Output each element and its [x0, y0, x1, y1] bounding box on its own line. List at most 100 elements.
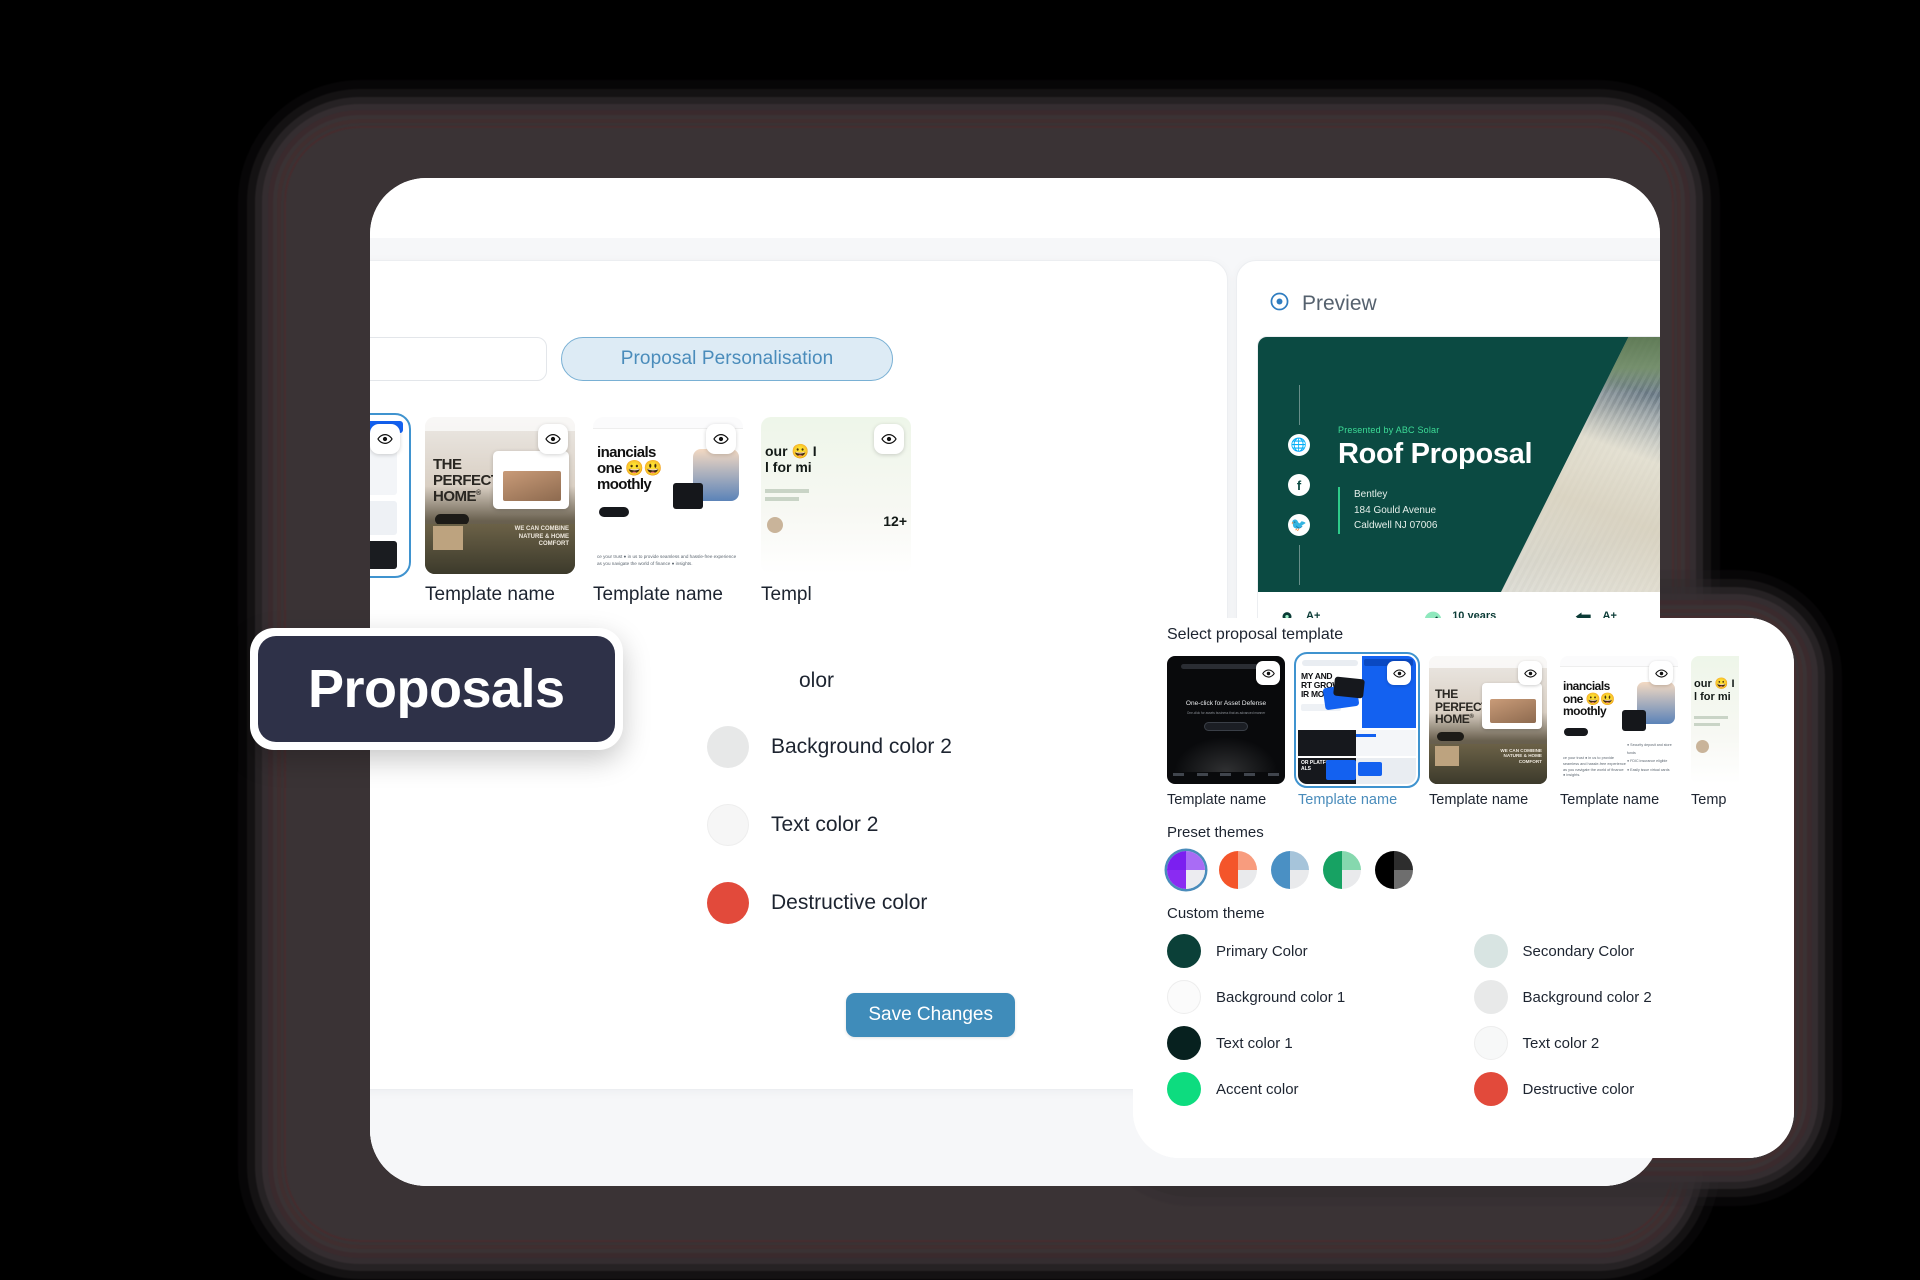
template-thumbnail[interactable]: our 😀 Il for mi 12+ — [761, 417, 911, 574]
select-template-label: Select proposal template — [1167, 626, 1344, 643]
template-caption: Template name — [593, 584, 723, 605]
preview-eye-icon[interactable] — [370, 424, 400, 454]
color-swatch[interactable] — [1167, 1072, 1201, 1106]
color-swatch[interactable] — [1167, 934, 1201, 968]
color-row[interactable]: Accent color — [1167, 1072, 1474, 1106]
color-label: Background color 2 — [771, 735, 952, 758]
color-swatch[interactable] — [1473, 1072, 1508, 1106]
preview-eye-icon[interactable] — [538, 424, 568, 454]
template-thumbnail[interactable]: THE PERFECT HOME® WE CAN COMBINE NATURE & H… — [425, 417, 575, 574]
preview-eye-icon[interactable] — [706, 424, 736, 454]
preview-eye-icon[interactable] — [1518, 661, 1542, 685]
color-swatch[interactable] — [1167, 1026, 1201, 1060]
color-row[interactable]: Secondary Color — [1473, 934, 1781, 968]
color-label: Primary Color — [1216, 942, 1308, 960]
globe-icon[interactable]: 🌐 — [1288, 434, 1310, 456]
template-rail-right[interactable]: One-click for Asset Defense One-click fo… — [1147, 644, 1780, 808]
social-links[interactable]: 🌐 f 🐦 — [1288, 385, 1310, 585]
preset-theme-green[interactable] — [1323, 851, 1361, 889]
color-row[interactable]: Primary Color — [1167, 934, 1474, 968]
template-card[interactable]: inancials one 😀😃 moothly ce your trust ● i… — [1560, 656, 1678, 808]
color-row[interactable]: Background color 1 — [1167, 980, 1474, 1014]
color-swatch[interactable] — [1473, 1026, 1508, 1060]
template-caption: Template name — [1167, 792, 1267, 808]
divider — [1298, 385, 1300, 425]
eye-icon — [1269, 291, 1290, 317]
template-thumbnail[interactable]: One-click for Asset Defense One-click fo… — [1167, 656, 1285, 784]
tab-label: Proposal Personalisation — [620, 348, 834, 369]
preset-themes-row[interactable] — [1147, 841, 1780, 889]
custom-theme-label: Custom theme — [1167, 905, 1265, 922]
preset-theme-black[interactable] — [1375, 851, 1413, 889]
color-label: Background color 1 — [1216, 988, 1346, 1006]
theme-editor-panel: Select proposal template One-click for A… — [1147, 618, 1780, 1158]
color-swatch[interactable] — [1473, 934, 1508, 968]
color-row[interactable]: Text color 2 — [1473, 1026, 1781, 1060]
hero-title: Roof Proposal — [1338, 438, 1533, 470]
template-card[interactable]: One-click for Asset Defense One-click fo… — [1167, 656, 1285, 808]
template-rail-left[interactable]: ...ame THEPERFECTHOME® W — [370, 413, 911, 606]
color-row[interactable]: Destructive color — [707, 882, 952, 924]
color-swatch[interactable] — [707, 726, 749, 768]
template-thumbnail[interactable]: THE PERFECT HOME® WE CAN COMBINE NATURE & H… — [1429, 656, 1547, 784]
color-label-partial: olor — [799, 669, 835, 692]
template-card[interactable]: our 😀 Il for mi 12+ Temp — [1691, 656, 1739, 808]
preview-eye-icon[interactable] — [1649, 661, 1673, 685]
color-label: Text color 2 — [771, 813, 879, 836]
facebook-icon[interactable]: f — [1288, 474, 1310, 496]
preset-theme-orange[interactable] — [1219, 851, 1257, 889]
color-swatch[interactable] — [707, 804, 749, 846]
template-caption: Templ — [761, 584, 812, 605]
color-row[interactable]: Text color 1 — [1167, 1026, 1474, 1060]
custom-theme-grid: Primary Color Secondary Color Background… — [1147, 922, 1780, 1106]
proposal-hero: 🌐 f 🐦 Presented by ABC Solar Roof Propos… — [1258, 337, 1660, 592]
save-changes-label: Save Changes — [868, 1004, 993, 1025]
color-label: Destructive color — [771, 891, 928, 914]
color-swatch[interactable] — [1473, 980, 1508, 1014]
color-list-left: Background color 2 Text color 2 Destruct… — [707, 726, 952, 960]
preset-theme-blue[interactable] — [1271, 851, 1309, 889]
preview-eye-icon[interactable] — [874, 424, 904, 454]
preview-header: Preview — [1237, 261, 1660, 317]
template-thumbnail[interactable] — [370, 413, 411, 578]
tablet-device-front: Select proposal template One-click for A… — [1133, 618, 1794, 1158]
proposals-badge-label: Proposals — [258, 636, 615, 742]
template-caption: Temp — [1691, 792, 1727, 808]
template-caption: Template name — [1429, 792, 1529, 808]
save-changes-button[interactable]: Save Changes — [846, 993, 1015, 1037]
template-card[interactable]: THE PERFECT HOME® WE CAN COMBINE NATURE & H… — [1429, 656, 1547, 808]
color-row[interactable]: Text color 2 — [707, 804, 952, 846]
tab-proposal-personalisation[interactable]: Proposal Personalisation — [561, 337, 893, 381]
template-card[interactable]: our 😀 Il for mi 12+ Templ — [761, 417, 911, 606]
address-line: 184 Gould Avenue — [1354, 504, 1437, 516]
template-card[interactable]: ...ame — [370, 413, 411, 606]
color-label: Text color 2 — [1522, 1034, 1600, 1052]
color-row[interactable]: Background color 2 — [1473, 980, 1781, 1014]
panel-tabs-row: Proposal Personalisation — [370, 337, 1227, 381]
color-swatch[interactable] — [1167, 980, 1201, 1014]
preset-theme-purple[interactable] — [1167, 851, 1205, 889]
preview-label: Preview — [1302, 292, 1377, 315]
preview-eye-icon[interactable] — [1256, 661, 1280, 685]
template-card[interactable]: MY AND RT GROWING IR MONEY! OR PLATFORM ALS — [1294, 652, 1420, 808]
template-card[interactable]: inancials one 😀😃 moothly ce your trust ● i… — [593, 417, 743, 606]
preset-themes-label: Preset themes — [1167, 824, 1264, 841]
twitter-icon[interactable]: 🐦 — [1288, 514, 1310, 536]
search-input[interactable] — [370, 337, 547, 381]
template-thumbnail[interactable]: inancials one 😀😃 moothly ce your trust ● i… — [593, 417, 743, 574]
template-thumbnail[interactable]: inancials one 😀😃 moothly ce your trust ● i… — [1560, 656, 1678, 784]
preview-eye-icon[interactable] — [1387, 661, 1411, 685]
template-thumbnail[interactable]: our 😀 Il for mi 12+ — [1691, 656, 1739, 784]
hero-left-block: 🌐 f 🐦 Presented by ABC Solar Roof Propos… — [1258, 337, 1608, 592]
template-thumbnail[interactable]: MY AND RT GROWING IR MONEY! OR PLATFORM ALS — [1294, 652, 1420, 788]
color-label: Destructive color — [1522, 1080, 1635, 1098]
screenshot-root: $100,000 $100,? $20,000 $20,000 $20,000 … — [0, 0, 1920, 1280]
color-row[interactable]: Background color 2 — [707, 726, 952, 768]
color-label: Accent color — [1216, 1080, 1299, 1098]
color-swatch[interactable] — [707, 882, 749, 924]
color-label: Secondary Color — [1522, 942, 1635, 960]
app-viewport-b: Select proposal template One-click for A… — [1133, 618, 1794, 1158]
template-card[interactable]: THE PERFECT HOME® WE CAN COMBINE NATURE & H… — [425, 417, 575, 606]
color-row[interactable]: Destructive color — [1473, 1072, 1781, 1106]
divider — [1298, 545, 1300, 585]
